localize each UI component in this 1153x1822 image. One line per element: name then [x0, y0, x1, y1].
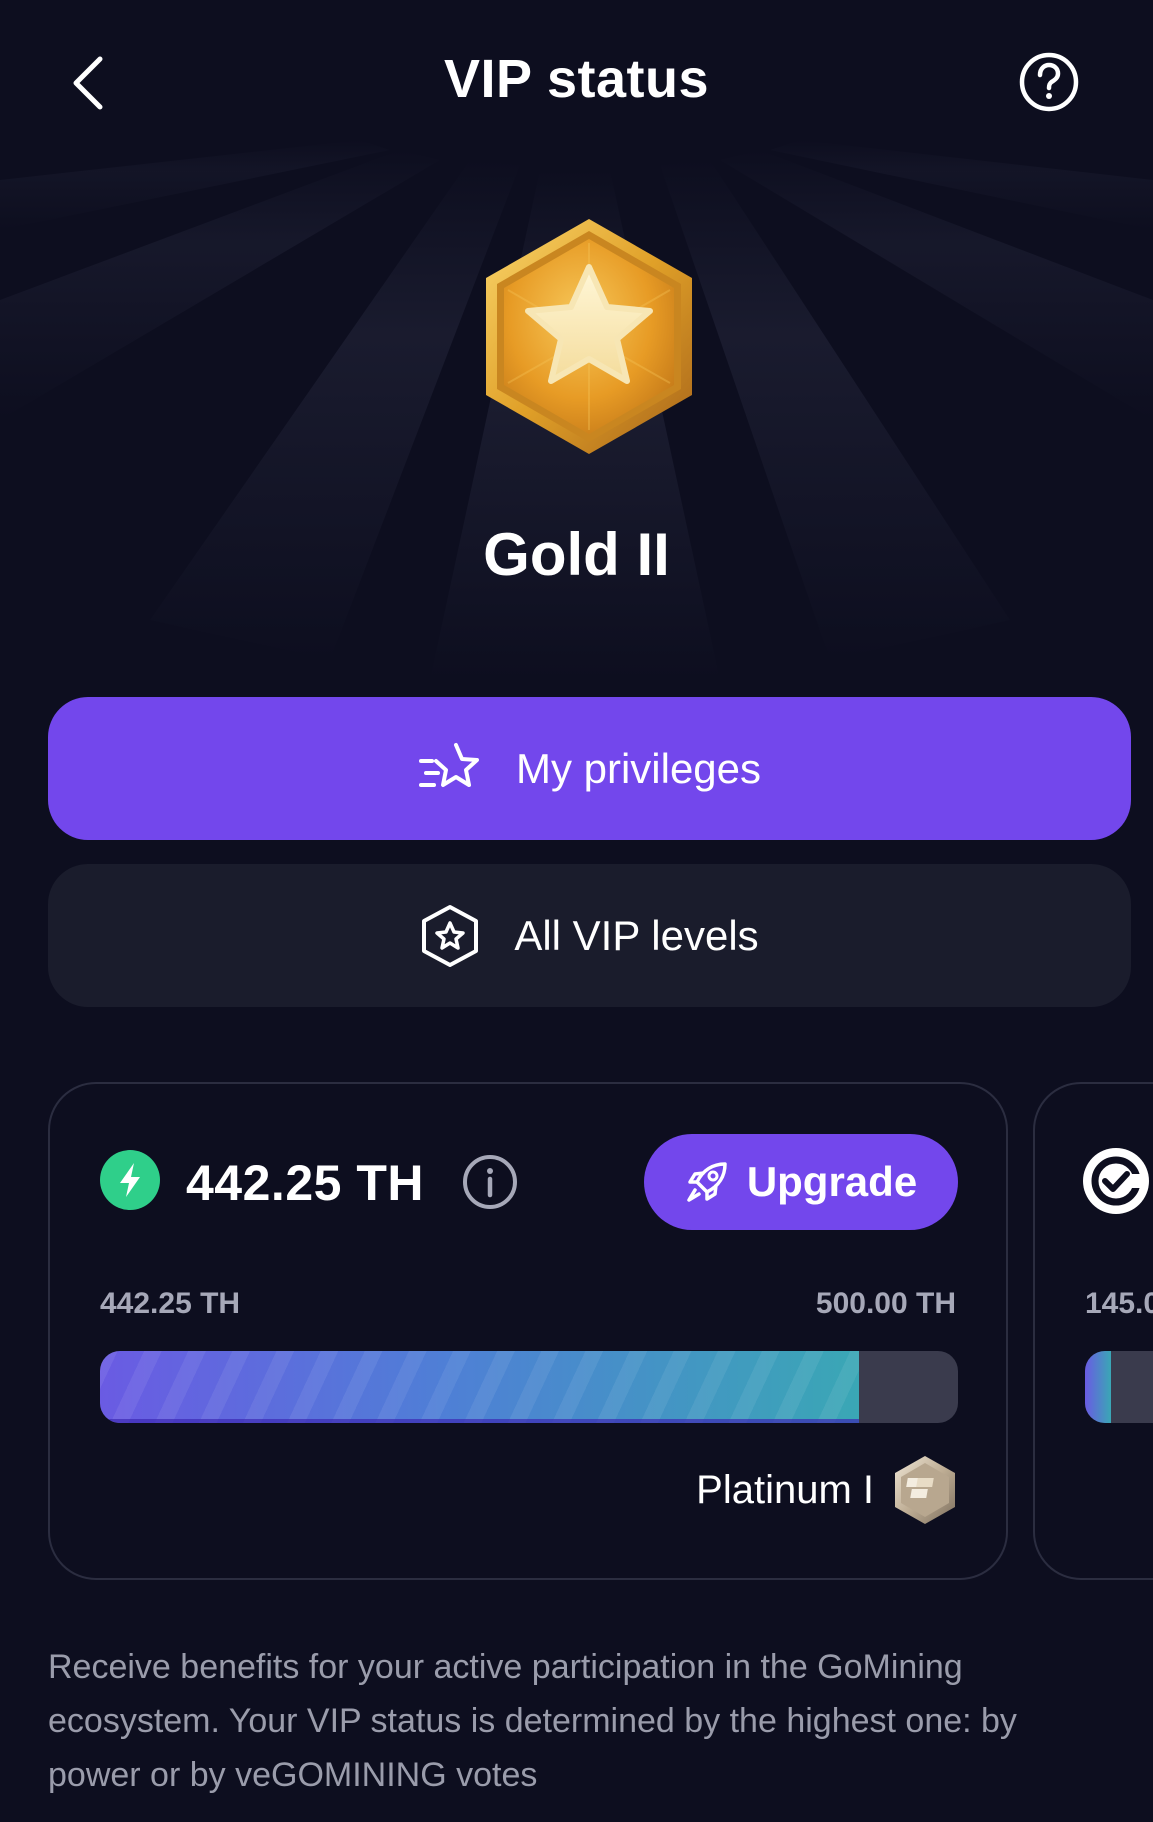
rocket-icon — [687, 1162, 727, 1202]
gold-star-hexagon-badge — [486, 219, 692, 454]
question-circle-icon[interactable] — [1018, 51, 1080, 113]
page-title: VIP status — [443, 49, 710, 109]
all-vip-levels-button[interactable]: All VIP levels — [48, 864, 1131, 1007]
votes-card[interactable]: 145.0 — [1033, 1082, 1153, 1580]
progress-target-value: 500.00 TH — [815, 1287, 956, 1320]
all-vip-levels-label: All VIP levels — [514, 911, 759, 959]
power-card: 442.25 TH Upgrade 442.25 TH 500.00 TH Pl… — [48, 1082, 1008, 1580]
gomining-logo-icon — [1083, 1148, 1149, 1214]
top-bar: VIP status — [0, 0, 1153, 160]
star-sparkle-icon — [418, 742, 479, 787]
info-circle-icon[interactable] — [462, 1154, 518, 1210]
votes-progress-fill — [1085, 1351, 1111, 1423]
my-privileges-button[interactable]: My privileges — [48, 697, 1131, 840]
votes-progress-bar — [1085, 1351, 1153, 1423]
power-value: 442.25 TH — [186, 1155, 424, 1211]
platinum-badge-icon — [895, 1456, 955, 1524]
upgrade-label: Upgrade — [746, 1158, 918, 1205]
vip-description: Receive benefits for your active partici… — [48, 1648, 1017, 1794]
progress-bar-fill — [100, 1351, 860, 1423]
votes-value: 145.0 — [1085, 1287, 1153, 1320]
hexagon-star-icon — [422, 904, 479, 967]
current-vip-level: Gold II — [483, 521, 670, 588]
upgrade-button[interactable]: Upgrade — [644, 1134, 958, 1230]
next-level-label: Platinum I — [696, 1467, 874, 1512]
progress-start-value: 442.25 TH — [100, 1287, 241, 1320]
lightning-icon — [100, 1150, 160, 1210]
progress-bar — [100, 1351, 958, 1423]
vip-status-screen: VIP status Gold II My privileges All VIP… — [0, 0, 1153, 1822]
my-privileges-label: My privileges — [515, 744, 762, 792]
next-level: Platinum I — [696, 1454, 958, 1526]
